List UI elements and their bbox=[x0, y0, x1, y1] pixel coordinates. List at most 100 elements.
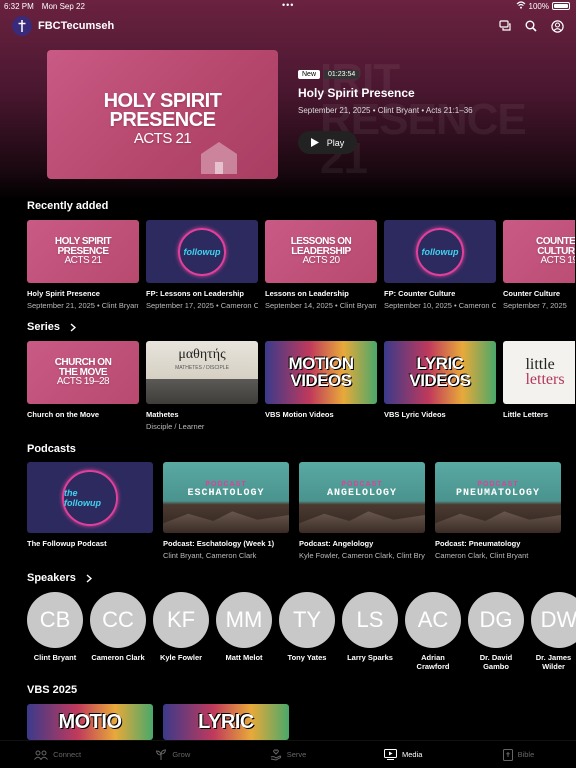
podcast-thumbnail: PODCAST ESCHATOLOGY bbox=[163, 462, 289, 533]
card-subtitle: September 7, 2025 bbox=[503, 301, 567, 310]
status-bar: 6:32 PM Mon Sep 22 ••• 100% bbox=[0, 0, 576, 12]
podcast-card[interactable]: PODCAST ANGELOLOGY Podcast: Angelology K… bbox=[299, 462, 425, 560]
thumb-text: μαθητής bbox=[178, 347, 226, 362]
series-card[interactable]: MOTION VIDEOS VBS Motion Videos bbox=[265, 341, 377, 431]
tab-label: Connect bbox=[53, 750, 82, 759]
hero-meta: September 21, 2025 • Clint Bryant • Acts… bbox=[298, 106, 473, 115]
podcast-thumbnail: PODCAST PNEUMATOLOGY bbox=[435, 462, 561, 533]
series-card[interactable]: little letters Little Letters bbox=[503, 341, 575, 431]
wifi-icon bbox=[516, 1, 526, 11]
card-title: Lessons on Leadership bbox=[265, 289, 349, 298]
tab-serve[interactable]: Serve bbox=[230, 741, 345, 768]
vbs-card[interactable]: MOTIO bbox=[27, 704, 153, 740]
card-title: Mathetes bbox=[146, 410, 179, 419]
section-title: VBS 2025 bbox=[27, 684, 78, 696]
speaker-name: Cameron Clark bbox=[91, 653, 145, 662]
series-card[interactable]: μαθητής MATHETES / DISCIPLE Mathetes Dis… bbox=[146, 341, 258, 431]
thumb-text: ACTS 21 bbox=[64, 255, 102, 267]
card-title: Little Letters bbox=[503, 410, 549, 419]
speaker-name: Dr. David Gambo bbox=[479, 653, 513, 671]
series-row: CHURCH ON THE MOVE ACTS 19–28 Church on th… bbox=[27, 341, 575, 431]
hero-artwork[interactable]: HOLY SPIRIT PRESENCE ACTS 21 bbox=[47, 50, 278, 179]
book-icon bbox=[502, 748, 513, 761]
series-header[interactable]: Series bbox=[27, 321, 77, 333]
media-card[interactable]: HOLY SPIRIT PRESENCE ACTS 21 Holy Spirit P… bbox=[27, 220, 139, 310]
battery-percent: 100% bbox=[528, 1, 549, 11]
app-title[interactable]: FBCTecumseh bbox=[38, 20, 114, 32]
card-title: FP: Counter Culture bbox=[384, 289, 456, 298]
speaker-item[interactable]: KF Kyle Fowler bbox=[153, 592, 209, 671]
media-thumbnail: HOLY SPIRIT PRESENCE ACTS 21 bbox=[27, 220, 139, 283]
avatar: CB bbox=[27, 592, 83, 648]
speaker-name: Clint Bryant bbox=[33, 653, 77, 662]
play-screen-icon bbox=[383, 749, 397, 760]
vbs-card[interactable]: LYRIC bbox=[163, 704, 289, 740]
thumb-text: PNEUMATOLOGY bbox=[455, 487, 540, 499]
speaker-item[interactable]: DG Dr. David Gambo bbox=[468, 592, 524, 671]
podcasts-header: Podcasts bbox=[27, 443, 76, 455]
church-logo-icon[interactable] bbox=[12, 16, 32, 36]
podcast-card[interactable]: PODCAST PNEUMATOLOGY Podcast: Pneumatolo… bbox=[435, 462, 561, 560]
card-title: VBS Lyric Videos bbox=[384, 410, 446, 419]
media-thumbnail: followup bbox=[146, 220, 258, 283]
speaker-name: Larry Sparks bbox=[347, 653, 393, 662]
people-icon bbox=[34, 750, 49, 760]
podcast-card[interactable]: the followup The Followup Podcast bbox=[27, 462, 153, 560]
media-thumbnail: LESSONS ON LEADERSHIP ACTS 20 bbox=[265, 220, 377, 283]
series-thumbnail: μαθητής MATHETES / DISCIPLE bbox=[146, 341, 258, 404]
media-card[interactable]: followup FP: Lessons on Leadership Septe… bbox=[146, 220, 258, 310]
series-thumbnail: little letters bbox=[503, 341, 575, 404]
podcast-card[interactable]: PODCAST ESCHATOLOGY Podcast: Eschatology… bbox=[163, 462, 289, 560]
play-icon bbox=[310, 138, 319, 147]
tab-label: Serve bbox=[286, 750, 307, 759]
series-card[interactable]: CHURCH ON THE MOVE ACTS 19–28 Church on th… bbox=[27, 341, 139, 431]
speaker-name: Dr. James Wilder bbox=[535, 653, 572, 671]
play-button[interactable]: Play bbox=[298, 131, 357, 154]
followup-logo-icon: followup bbox=[178, 227, 226, 276]
tab-bar: Connect Grow Serve Media Bible bbox=[0, 740, 576, 768]
media-card[interactable]: LESSONS ON LEADERSHIP ACTS 20 Lessons on L… bbox=[265, 220, 377, 310]
profile-icon[interactable] bbox=[550, 19, 564, 33]
thumb-text: VIDEOS bbox=[409, 370, 471, 390]
card-title: Holy Spirit Presence bbox=[27, 289, 100, 298]
new-badge: New bbox=[298, 70, 321, 79]
card-subtitle: Kyle Fowler, Cameron Clark, Clint Bryant bbox=[299, 551, 425, 560]
thumb-text: ESCHATOLOGY bbox=[187, 487, 265, 499]
avatar: DW bbox=[531, 592, 576, 648]
series-thumbnail: LYRIC VIDEOS bbox=[384, 341, 496, 404]
church-building-icon bbox=[201, 142, 237, 174]
speaker-item[interactable]: DW Dr. James Wilder bbox=[531, 592, 576, 671]
search-icon[interactable] bbox=[524, 19, 538, 33]
card-title: Church on the Move bbox=[27, 410, 100, 419]
card-title: Podcast: Pneumatology bbox=[435, 539, 521, 548]
speaker-item[interactable]: CB Clint Bryant bbox=[27, 592, 83, 671]
podcasts-row: the followup The Followup Podcast PODCAS… bbox=[27, 462, 571, 560]
hero-title[interactable]: Holy Spirit Presence bbox=[298, 86, 473, 100]
chevron-right-icon bbox=[86, 573, 92, 583]
messages-icon[interactable] bbox=[498, 19, 512, 33]
card-subtitle: September 21, 2025 • Clint Bryant bbox=[27, 301, 139, 310]
tab-media[interactable]: Media bbox=[346, 741, 461, 768]
speakers-header[interactable]: Speakers bbox=[27, 572, 92, 584]
multitask-dots[interactable]: ••• bbox=[282, 0, 294, 10]
speaker-item[interactable]: AC Adrian Crawford bbox=[405, 592, 461, 671]
tab-grow[interactable]: Grow bbox=[115, 741, 230, 768]
thumb-text: MATHETES / DISCIPLE bbox=[175, 365, 229, 371]
card-subtitle: Cameron Clark, Clint Bryant bbox=[435, 551, 529, 560]
speaker-item[interactable]: LS Larry Sparks bbox=[342, 592, 398, 671]
media-card[interactable]: COUNTERCULTUREACTS 19 Counter Culture Se… bbox=[503, 220, 575, 310]
speaker-item[interactable]: MM Matt Melot bbox=[216, 592, 272, 671]
thumb-text: ACTS 19 bbox=[540, 255, 575, 267]
hero-info: New 01:23:54 Holy Spirit Presence Septem… bbox=[298, 70, 473, 154]
media-thumbnail: followup bbox=[384, 220, 496, 283]
tab-connect[interactable]: Connect bbox=[0, 741, 115, 768]
media-card[interactable]: followup FP: Counter Culture September 1… bbox=[384, 220, 496, 310]
thumb-text: LYRIC bbox=[198, 710, 254, 733]
tab-bible[interactable]: Bible bbox=[461, 741, 576, 768]
tab-label: Bible bbox=[517, 750, 535, 759]
tab-label: Grow bbox=[172, 750, 191, 759]
series-card[interactable]: LYRIC VIDEOS VBS Lyric Videos bbox=[384, 341, 496, 431]
media-thumbnail: COUNTERCULTUREACTS 19 bbox=[503, 220, 575, 283]
speaker-item[interactable]: TY Tony Yates bbox=[279, 592, 335, 671]
speaker-item[interactable]: CC Cameron Clark bbox=[90, 592, 146, 671]
